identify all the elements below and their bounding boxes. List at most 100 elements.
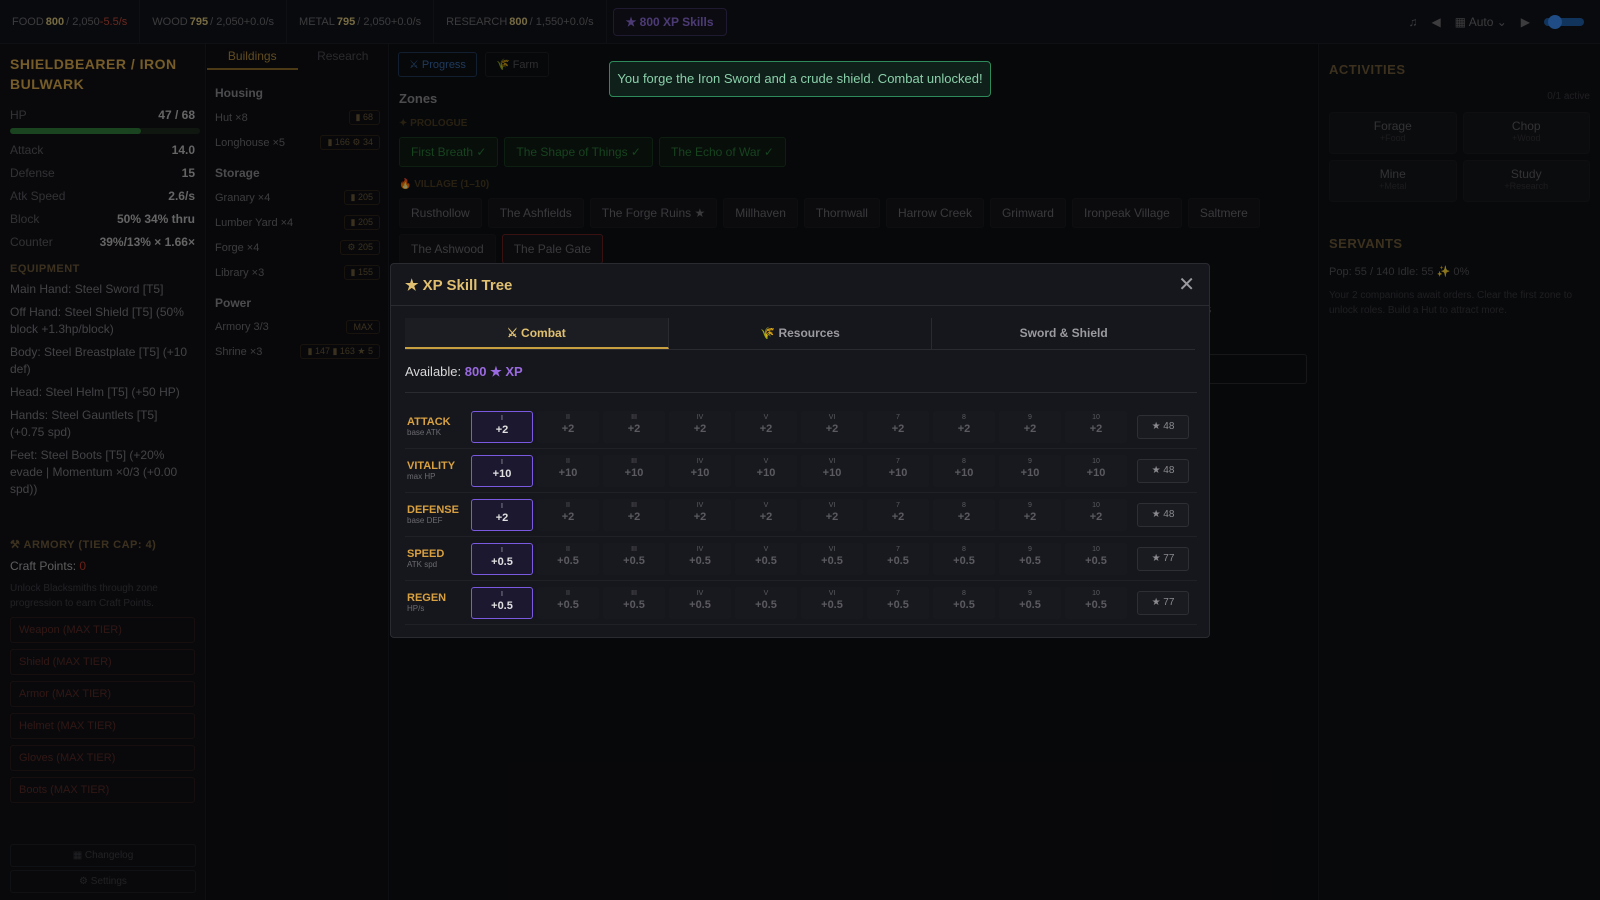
skill-rank: 9 bbox=[1028, 501, 1032, 509]
skill-node[interactable]: V +0.5 bbox=[735, 586, 797, 619]
skill-node[interactable]: 10 +0.5 bbox=[1065, 586, 1127, 619]
skill-node[interactable]: V +0.5 bbox=[735, 542, 797, 575]
skill-node[interactable]: II +10 bbox=[537, 454, 599, 487]
skill-node[interactable]: 8 +0.5 bbox=[933, 586, 995, 619]
skill-node[interactable]: 10 +2 bbox=[1065, 498, 1127, 531]
skill-sub: base ATK bbox=[407, 428, 442, 437]
skill-rank: 9 bbox=[1028, 457, 1032, 465]
skill-node[interactable]: 10 +0.5 bbox=[1065, 542, 1127, 575]
skill-node[interactable]: III +0.5 bbox=[603, 586, 665, 619]
skill-node[interactable]: 9 +0.5 bbox=[999, 542, 1061, 575]
skill-bonus: +0.5 bbox=[821, 598, 843, 611]
xp-skill-tree-modal: ★ XP Skill Tree ✕ ⚔ Combat 🌾 Resources S… bbox=[390, 263, 1210, 638]
skill-cost-button[interactable]: ★ 48 bbox=[1137, 458, 1189, 483]
notification-toast: You forge the Iron Sword and a crude shi… bbox=[609, 61, 991, 97]
skill-rank: I bbox=[501, 414, 503, 422]
skill-node[interactable]: IV +10 bbox=[669, 454, 731, 487]
skill-bonus: +10 bbox=[822, 466, 842, 479]
skill-node[interactable]: 9 +10 bbox=[999, 454, 1061, 487]
close-icon[interactable]: ✕ bbox=[1178, 272, 1195, 297]
skill-bonus: +0.5 bbox=[755, 598, 777, 611]
skill-node[interactable]: IV +0.5 bbox=[669, 542, 731, 575]
skill-bonus: +2 bbox=[693, 422, 707, 435]
skill-bonus: +0.5 bbox=[623, 598, 645, 611]
skill-node[interactable]: 9 +2 bbox=[999, 410, 1061, 443]
skill-node[interactable]: VI +0.5 bbox=[801, 542, 863, 575]
skill-node[interactable]: 10 +2 bbox=[1065, 410, 1127, 443]
skill-rank: II bbox=[566, 501, 570, 509]
skill-cost-button[interactable]: ★ 48 bbox=[1137, 414, 1189, 439]
skill-bonus: +2 bbox=[693, 510, 707, 523]
skill-node[interactable]: 7 +0.5 bbox=[867, 542, 929, 575]
skill-bonus: +0.5 bbox=[887, 598, 909, 611]
skill-node[interactable]: 7 +0.5 bbox=[867, 586, 929, 619]
skill-cost-button[interactable]: ★ 77 bbox=[1137, 546, 1189, 571]
skill-bonus: +0.5 bbox=[755, 554, 777, 567]
skill-node[interactable]: V +10 bbox=[735, 454, 797, 487]
skill-node[interactable]: 10 +10 bbox=[1065, 454, 1127, 487]
skill-node[interactable]: 7 +2 bbox=[867, 498, 929, 531]
skill-rank: I bbox=[501, 458, 503, 466]
skill-node[interactable]: II +0.5 bbox=[537, 542, 599, 575]
skill-node[interactable]: IV +2 bbox=[669, 410, 731, 443]
skill-label: VITALITY max HP bbox=[405, 460, 471, 481]
skill-node[interactable]: V +2 bbox=[735, 410, 797, 443]
skill-node[interactable]: 8 +2 bbox=[933, 410, 995, 443]
skill-row-defense: DEFENSE base DEF I +2 II +2 III +2 IV +2 V +2 VI +2 7 +… bbox=[405, 493, 1197, 537]
skill-bonus: +0.5 bbox=[1019, 598, 1041, 611]
skill-node[interactable]: I +2 bbox=[471, 410, 533, 443]
skill-rank: III bbox=[631, 589, 637, 597]
modal-header: ★ XP Skill Tree ✕ bbox=[391, 264, 1209, 306]
tab-combat[interactable]: ⚔ Combat bbox=[405, 318, 669, 349]
skill-node[interactable]: III +2 bbox=[603, 498, 665, 531]
skill-rank: 9 bbox=[1028, 413, 1032, 421]
skill-rank: II bbox=[566, 545, 570, 553]
skill-node[interactable]: IV +2 bbox=[669, 498, 731, 531]
skill-node[interactable]: VI +2 bbox=[801, 498, 863, 531]
skill-node[interactable]: 8 +2 bbox=[933, 498, 995, 531]
skill-bonus: +10 bbox=[888, 466, 908, 479]
skill-node[interactable]: I +0.5 bbox=[471, 586, 533, 619]
skill-node[interactable]: II +2 bbox=[537, 498, 599, 531]
skill-node[interactable]: II +0.5 bbox=[537, 586, 599, 619]
skill-bonus: +0.5 bbox=[953, 554, 975, 567]
skill-rank: 10 bbox=[1092, 413, 1100, 421]
skill-node[interactable]: 8 +0.5 bbox=[933, 542, 995, 575]
skill-rank: II bbox=[566, 589, 570, 597]
skill-rank: V bbox=[763, 545, 769, 553]
skill-sub: HP/s bbox=[407, 604, 425, 613]
skill-node[interactable]: III +2 bbox=[603, 410, 665, 443]
skill-node[interactable]: I +2 bbox=[471, 498, 533, 531]
skill-node[interactable]: I +0.5 bbox=[471, 542, 533, 575]
skill-bonus: +10 bbox=[1020, 466, 1040, 479]
tab-sword-shield[interactable]: Sword & Shield bbox=[932, 318, 1195, 349]
skill-rank: IV bbox=[696, 413, 704, 421]
skill-rank: 7 bbox=[896, 589, 900, 597]
skill-node[interactable]: IV +0.5 bbox=[669, 586, 731, 619]
skill-bonus: +2 bbox=[957, 422, 971, 435]
skill-node[interactable]: I +10 bbox=[471, 454, 533, 487]
skill-node[interactable]: 9 +0.5 bbox=[999, 586, 1061, 619]
skill-node[interactable]: 7 +10 bbox=[867, 454, 929, 487]
skill-bonus: +0.5 bbox=[557, 598, 579, 611]
skill-label: DEFENSE base DEF bbox=[405, 504, 471, 525]
skill-node[interactable]: VI +10 bbox=[801, 454, 863, 487]
skill-node[interactable]: III +0.5 bbox=[603, 542, 665, 575]
skill-bonus: +0.5 bbox=[491, 599, 513, 612]
skill-node[interactable]: III +10 bbox=[603, 454, 665, 487]
skill-bonus: +0.5 bbox=[689, 598, 711, 611]
skill-node[interactable]: V +2 bbox=[735, 498, 797, 531]
skill-node[interactable]: 9 +2 bbox=[999, 498, 1061, 531]
skill-cost-button[interactable]: ★ 77 bbox=[1137, 590, 1189, 615]
skill-node[interactable]: 7 +2 bbox=[867, 410, 929, 443]
skill-tabs: ⚔ Combat 🌾 Resources Sword & Shield bbox=[405, 318, 1195, 350]
skill-rank: III bbox=[631, 457, 637, 465]
skill-rank: III bbox=[631, 501, 637, 509]
skill-node[interactable]: VI +2 bbox=[801, 410, 863, 443]
skill-node[interactable]: VI +0.5 bbox=[801, 586, 863, 619]
tab-resources[interactable]: 🌾 Resources bbox=[669, 318, 933, 349]
skill-node[interactable]: II +2 bbox=[537, 410, 599, 443]
skill-node[interactable]: 8 +10 bbox=[933, 454, 995, 487]
skill-bonus: +10 bbox=[624, 466, 644, 479]
skill-cost-button[interactable]: ★ 48 bbox=[1137, 502, 1189, 527]
